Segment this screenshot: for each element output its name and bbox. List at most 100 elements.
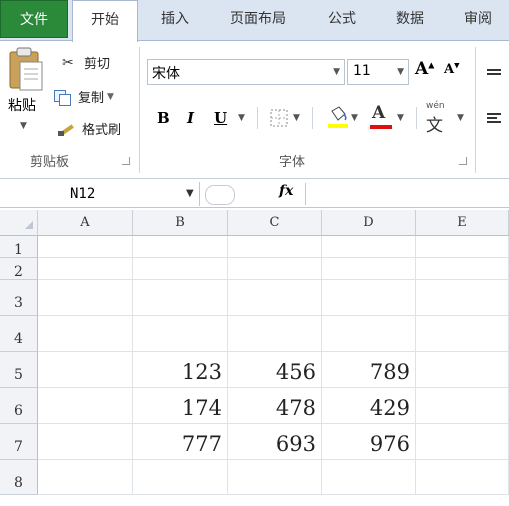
cell-e1[interactable]	[416, 236, 509, 258]
cell-b3[interactable]	[133, 280, 228, 316]
cell-e5[interactable]	[416, 352, 509, 388]
tab-formulas[interactable]: 公式	[312, 0, 372, 38]
format-painter-button[interactable]: 格式刷	[58, 119, 121, 138]
cell-d1[interactable]	[322, 236, 416, 258]
cell-b2[interactable]	[133, 258, 228, 280]
cell-d2[interactable]	[322, 258, 416, 280]
cell-b4[interactable]	[133, 316, 228, 352]
cell-b6[interactable]: 174	[133, 388, 228, 424]
row-header-2[interactable]: 2	[0, 258, 38, 280]
borders-dropdown-icon[interactable]: ▼	[293, 113, 300, 123]
cell-b7[interactable]: 777	[133, 424, 228, 460]
copy-button[interactable]: 复制 ▼	[54, 87, 114, 106]
bold-button[interactable]: B	[157, 109, 170, 127]
column-header-a[interactable]: A	[38, 210, 133, 236]
cell-a7[interactable]	[38, 424, 133, 460]
cut-button[interactable]: ✂ 剪切	[62, 53, 110, 73]
formula-input[interactable]	[310, 184, 506, 204]
select-all-corner[interactable]	[0, 210, 38, 236]
cell-c4[interactable]	[228, 316, 322, 352]
paste-button[interactable]: 粘贴 ▼	[4, 47, 46, 137]
name-box-dropdown-icon[interactable]: ▼	[186, 188, 194, 199]
cell-c5[interactable]: 456	[228, 352, 322, 388]
cell-d5[interactable]: 789	[322, 352, 416, 388]
font-color-dropdown-icon[interactable]: ▼	[397, 113, 404, 123]
grow-font-button[interactable]: A▲	[415, 59, 435, 85]
align-left-icon	[487, 113, 501, 123]
font-dialog-launcher-icon[interactable]	[459, 157, 467, 165]
cell-e4[interactable]	[416, 316, 509, 352]
shrink-font-button[interactable]: A▼	[444, 61, 464, 85]
tab-data[interactable]: 数据	[380, 0, 440, 38]
cell-e7[interactable]	[416, 424, 509, 460]
cell-c7[interactable]: 693	[228, 424, 322, 460]
cell-c2[interactable]	[228, 258, 322, 280]
row-header-4[interactable]: 4	[0, 316, 38, 352]
row-header-7[interactable]: 7	[0, 424, 38, 460]
row-header-6[interactable]: 6	[0, 388, 38, 424]
font-size-dropdown-icon[interactable]: ▼	[397, 67, 404, 77]
paste-dropdown-arrow-icon[interactable]: ▼	[20, 121, 27, 131]
cell-d3[interactable]	[322, 280, 416, 316]
column-header-b[interactable]: B	[133, 210, 228, 236]
cell-d7[interactable]: 976	[322, 424, 416, 460]
font-color-icon: A	[372, 103, 386, 123]
cell-a3[interactable]	[38, 280, 133, 316]
column-header-c[interactable]: C	[228, 210, 322, 236]
tab-insert[interactable]: 插入	[145, 0, 205, 38]
fill-color-dropdown-icon[interactable]: ▼	[351, 113, 358, 123]
tab-page-layout[interactable]: 页面布局	[214, 0, 302, 38]
phonetic-dropdown-icon[interactable]: ▼	[457, 113, 464, 123]
borders-button[interactable]	[270, 109, 288, 127]
underline-dropdown-icon[interactable]: ▼	[238, 113, 245, 123]
cell-e6[interactable]	[416, 388, 509, 424]
fill-color-button[interactable]	[328, 105, 348, 131]
underline-button[interactable]: U	[214, 109, 227, 127]
phonetic-guide-button[interactable]: wén 文	[424, 101, 454, 136]
font-color-button[interactable]: A	[370, 103, 392, 131]
cell-a4[interactable]	[38, 316, 133, 352]
font-size-select[interactable]: 11 ▼	[347, 59, 409, 85]
column-header-d[interactable]: D	[322, 210, 416, 236]
cell-b8[interactable]	[133, 460, 228, 495]
cell-d4[interactable]	[322, 316, 416, 352]
cell-a6[interactable]	[38, 388, 133, 424]
format-painter-label: 格式刷	[82, 123, 122, 138]
row-header-3[interactable]: 3	[0, 280, 38, 316]
italic-button[interactable]: I	[187, 109, 194, 127]
cell-d6[interactable]: 429	[322, 388, 416, 424]
clipboard-dialog-launcher-icon[interactable]	[122, 157, 130, 165]
font-family-select[interactable]: 宋体 ▼	[147, 59, 345, 85]
cell-c6[interactable]: 478	[228, 388, 322, 424]
row-header-5[interactable]: 5	[0, 352, 38, 388]
tab-file[interactable]: 文件	[0, 0, 68, 38]
cell-a5[interactable]	[38, 352, 133, 388]
cell-b1[interactable]	[133, 236, 228, 258]
align-left-button[interactable]	[486, 111, 502, 125]
cell-e2[interactable]	[416, 258, 509, 280]
row-header-1[interactable]: 1	[0, 236, 38, 258]
column-header-e[interactable]: E	[416, 210, 509, 236]
cell-a2[interactable]	[38, 258, 133, 280]
phonetic-icon: 文	[426, 116, 443, 136]
cell-c3[interactable]	[228, 280, 322, 316]
cell-a1[interactable]	[38, 236, 133, 258]
cell-e8[interactable]	[416, 460, 509, 495]
separator	[312, 107, 313, 129]
cell-c1[interactable]	[228, 236, 322, 258]
name-box[interactable]: N12	[0, 182, 200, 206]
cell-b5[interactable]: 123	[133, 352, 228, 388]
insert-function-icon[interactable]: fx	[279, 183, 293, 199]
cell-d8[interactable]	[322, 460, 416, 495]
align-top-button[interactable]	[486, 65, 502, 77]
cell-e3[interactable]	[416, 280, 509, 316]
font-family-dropdown-icon[interactable]: ▼	[333, 67, 340, 77]
copy-dropdown-arrow-icon[interactable]: ▼	[107, 92, 114, 102]
formula-bar-resize-handle[interactable]	[205, 185, 235, 205]
cell-c8[interactable]	[228, 460, 322, 495]
tab-review[interactable]: 审阅	[448, 0, 508, 38]
cell-a8[interactable]	[38, 460, 133, 495]
grow-font-icon: A▲	[415, 59, 435, 79]
row-header-8[interactable]: 8	[0, 460, 38, 495]
tab-home[interactable]: 开始	[72, 0, 138, 42]
